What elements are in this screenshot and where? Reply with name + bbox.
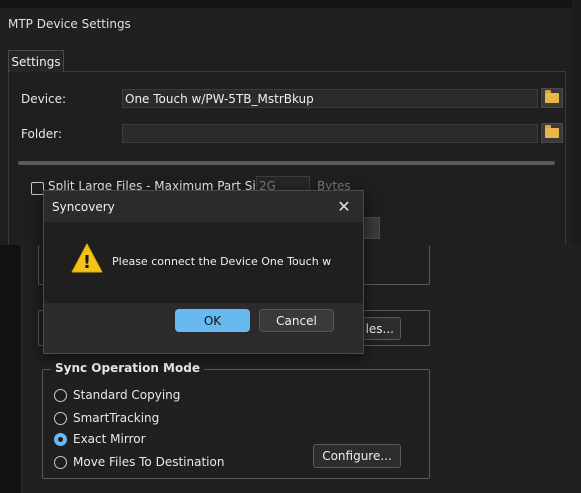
mtp-window-title: MTP Device Settings — [8, 17, 131, 31]
syncovery-message-box: Syncovery ✕ ! Please connect the Device … — [43, 190, 364, 354]
sync-mode-title: Sync Operation Mode — [51, 361, 204, 375]
warning-icon: ! — [71, 243, 103, 273]
radio-standard-copying[interactable]: Standard Copying — [54, 388, 180, 402]
device-browse-button[interactable] — [541, 88, 563, 108]
configure-button[interactable]: Configure... — [313, 444, 401, 468]
ok-button[interactable]: OK — [175, 309, 250, 332]
main-window-left-strip — [0, 245, 22, 493]
message-box-title: Syncovery — [52, 200, 115, 214]
tab-settings[interactable]: Settings — [8, 50, 64, 72]
warning-glyph: ! — [83, 252, 91, 273]
radio-circle[interactable] — [54, 388, 67, 402]
radio-move-files[interactable]: Move Files To Destination — [54, 455, 224, 469]
folder-label: Folder: — [21, 127, 62, 141]
device-field[interactable]: One Touch w/PW-5TB_MstrBkup — [122, 89, 538, 108]
window-top-edge — [0, 0, 572, 8]
radio-circle[interactable] — [54, 455, 67, 469]
close-icon[interactable]: ✕ — [334, 196, 354, 216]
folder-browse-button[interactable] — [541, 123, 563, 143]
radio-circle[interactable] — [54, 411, 67, 425]
radio-circle-checked[interactable] — [54, 432, 67, 446]
separator — [18, 161, 555, 165]
cancel-button[interactable]: Cancel — [259, 309, 334, 332]
device-label: Device: — [21, 92, 67, 106]
message-text: Please connect the Device One Touch w — [112, 255, 332, 268]
folder-icon — [545, 90, 559, 103]
radio-exact-mirror[interactable]: Exact Mirror — [54, 432, 146, 446]
radio-smarttracking[interactable]: SmartTracking — [54, 411, 159, 425]
folder-field[interactable] — [122, 124, 538, 143]
folder-icon — [545, 125, 559, 138]
